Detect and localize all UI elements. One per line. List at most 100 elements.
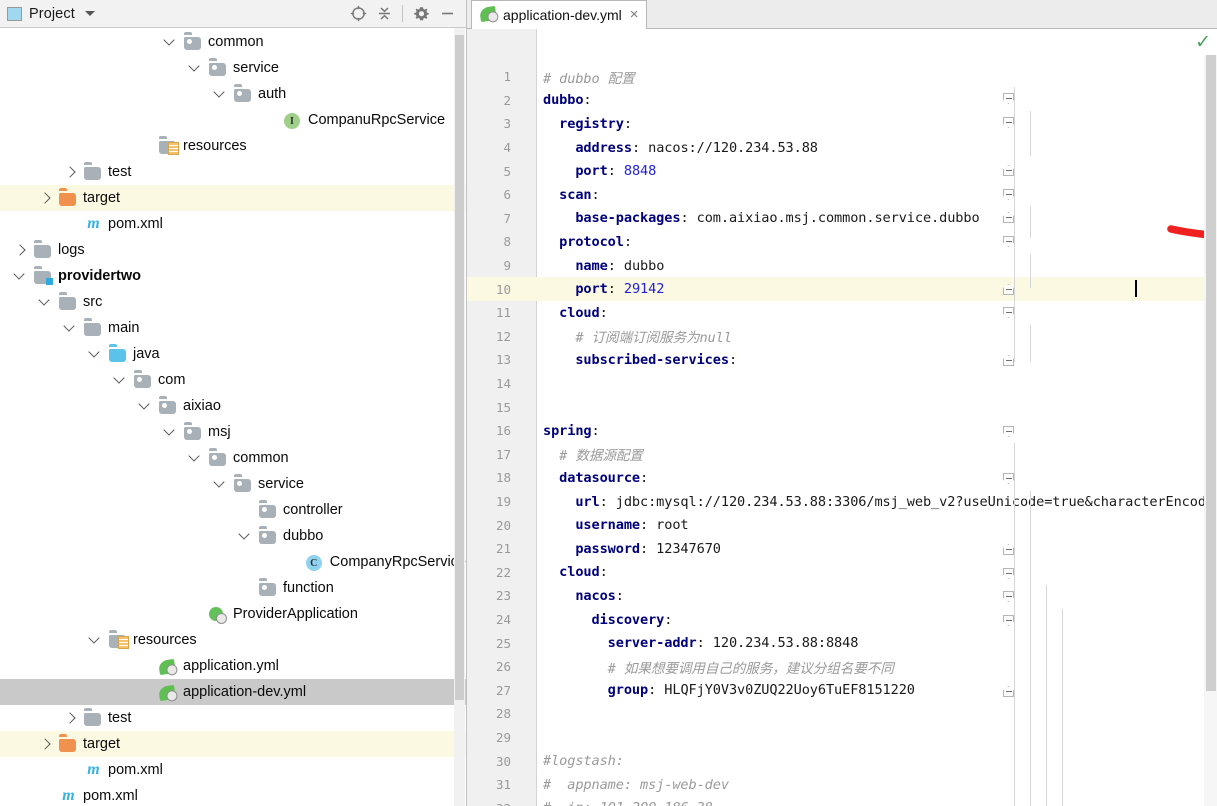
tree-item-application-dev-yml[interactable]: application-dev.yml bbox=[0, 679, 466, 705]
tree-toggle-down-icon[interactable] bbox=[187, 60, 203, 76]
code-line-21[interactable]: 21 password: 12347670 bbox=[467, 537, 1217, 561]
tree-toggle-down-icon[interactable] bbox=[62, 320, 78, 336]
tree-item-pom-xml[interactable]: m pom.xml bbox=[0, 757, 466, 783]
code-line-13[interactable]: 13 subscribed-services: bbox=[467, 348, 1217, 372]
code-token: # ip: 101.200.186.38 bbox=[543, 800, 713, 806]
tree-item-providerapplication[interactable]: ProviderApplication bbox=[0, 601, 466, 627]
chevron-down-icon[interactable] bbox=[84, 11, 95, 16]
code-line-9[interactable]: 9 name: dubbo bbox=[467, 254, 1217, 278]
code-line-1[interactable]: 1 # dubbo 配置 bbox=[467, 65, 1217, 89]
code-line-4[interactable]: 4 address: nacos://120.234.53.88 bbox=[467, 136, 1217, 160]
tree-toggle-right-icon[interactable] bbox=[12, 242, 28, 258]
tree-toggle-right-icon[interactable] bbox=[62, 710, 78, 726]
code-line-27[interactable]: 27 group: HLQFjY0V3v0ZUQ22Uoy6TuEF815122… bbox=[467, 679, 1217, 703]
code-token: 8848 bbox=[623, 163, 657, 180]
tree-item-service[interactable]: service bbox=[0, 55, 466, 81]
editor-scroll-thumb[interactable] bbox=[1206, 55, 1216, 691]
tree-item-controller[interactable]: controller bbox=[0, 497, 466, 523]
settings-gear-icon[interactable] bbox=[408, 1, 434, 27]
code-line-19[interactable]: 19 url: jdbc:mysql://120.234.53.88:3306/… bbox=[467, 490, 1217, 514]
tree-item-function[interactable]: function bbox=[0, 575, 466, 601]
inspection-status-check-icon[interactable]: ✓ bbox=[1195, 33, 1211, 52]
tree-toggle-down-icon[interactable] bbox=[12, 268, 28, 284]
tree-item-resources[interactable]: resources bbox=[0, 627, 466, 653]
tree-toggle-down-icon[interactable] bbox=[137, 398, 153, 414]
tree-item-service[interactable]: service bbox=[0, 471, 466, 497]
tree-toggle-down-icon[interactable] bbox=[237, 528, 253, 544]
code-line-22[interactable]: 22 cloud: bbox=[467, 561, 1217, 585]
code-line-17[interactable]: 17 # 数据源配置 bbox=[467, 443, 1217, 467]
tree-toggle-down-icon[interactable] bbox=[37, 294, 53, 310]
tree-item-msj[interactable]: msj bbox=[0, 419, 466, 445]
tree-item-companurpcservice[interactable]: I CompanuRpcService bbox=[0, 107, 466, 133]
tree-toggle-down-icon[interactable] bbox=[187, 450, 203, 466]
code-line-31[interactable]: 31 # appname: msj-web-dev bbox=[467, 773, 1217, 797]
project-tree[interactable]: common service auth I CompanuRpcService resou… bbox=[0, 28, 466, 806]
tree-item-auth[interactable]: auth bbox=[0, 81, 466, 107]
code-line-25[interactable]: 25 server-addr: 120.234.53.88:8848 bbox=[467, 631, 1217, 655]
tree-item-com[interactable]: com bbox=[0, 367, 466, 393]
tree-item-label: resources bbox=[183, 138, 247, 154]
project-title-button[interactable]: Project bbox=[7, 6, 95, 22]
tree-item-src[interactable]: src bbox=[0, 289, 466, 315]
tree-item-application-yml[interactable]: application.yml bbox=[0, 653, 466, 679]
line-number: 2 bbox=[503, 92, 511, 108]
project-tree-scrollbar[interactable] bbox=[454, 28, 465, 806]
tree-toggle-right-icon[interactable] bbox=[37, 736, 53, 752]
collapse-all-icon[interactable] bbox=[371, 1, 397, 27]
tree-toggle-down-icon[interactable] bbox=[87, 346, 103, 362]
tree-item-main[interactable]: main bbox=[0, 315, 466, 341]
tree-item-logs[interactable]: logs bbox=[0, 237, 466, 263]
tree-item-common[interactable]: common bbox=[0, 29, 466, 55]
tree-item-providertwo[interactable]: providertwo bbox=[0, 263, 466, 289]
tree-item-aixiao[interactable]: aixiao bbox=[0, 393, 466, 419]
locate-target-icon[interactable] bbox=[345, 1, 371, 27]
tree-item-java[interactable]: java bbox=[0, 341, 466, 367]
code-line-32[interactable]: 32 # ip: 101.200.186.38 bbox=[467, 797, 1217, 806]
editor-vertical-scrollbar[interactable] bbox=[1204, 55, 1217, 806]
tree-toggle-down-icon[interactable] bbox=[212, 86, 228, 102]
code-line-26[interactable]: 26 # 如果想要调用自己的服务，建议分组名要不同 bbox=[467, 655, 1217, 679]
code-line-2[interactable]: 2 dubbo: bbox=[467, 89, 1217, 113]
tree-item-companyrpcservice[interactable]: C CompanyRpcService bbox=[0, 549, 466, 575]
tree-toggle-right-icon[interactable] bbox=[37, 190, 53, 206]
code-line-29[interactable]: 29 bbox=[467, 726, 1217, 750]
code-line-20[interactable]: 20 username: root bbox=[467, 513, 1217, 537]
project-tree-scroll-thumb[interactable] bbox=[455, 35, 464, 700]
code-line-7[interactable]: 7 base-packages: com.aixiao.msj.common.s… bbox=[467, 207, 1217, 231]
code-line-24[interactable]: 24 discovery: bbox=[467, 608, 1217, 632]
tree-toggle-right-icon[interactable] bbox=[62, 164, 78, 180]
code-line-18[interactable]: 18 datasource: bbox=[467, 466, 1217, 490]
tree-toggle-down-icon[interactable] bbox=[162, 424, 178, 440]
code-line-23[interactable]: 23 nacos: bbox=[467, 584, 1217, 608]
code-line-3[interactable]: 3 registry: bbox=[467, 112, 1217, 136]
code-line-10[interactable]: 10 port: 29142 bbox=[467, 277, 1217, 301]
tree-item-test[interactable]: test bbox=[0, 159, 466, 185]
tree-item-pom-xml[interactable]: m pom.xml bbox=[0, 783, 466, 806]
tree-item-test[interactable]: test bbox=[0, 705, 466, 731]
code-line-16[interactable]: 16 spring: bbox=[467, 419, 1217, 443]
tree-toggle-down-icon[interactable] bbox=[212, 476, 228, 492]
code-line-30[interactable]: 30 #logstash: bbox=[467, 749, 1217, 773]
tree-item-target[interactable]: target bbox=[0, 731, 466, 757]
tree-item-dubbo[interactable]: dubbo bbox=[0, 523, 466, 549]
close-icon[interactable]: × bbox=[630, 7, 639, 22]
code-line-15[interactable]: 15 bbox=[467, 395, 1217, 419]
tree-item-pom-xml[interactable]: m pom.xml bbox=[0, 211, 466, 237]
code-line-28[interactable]: 28 bbox=[467, 702, 1217, 726]
tree-toggle-down-icon[interactable] bbox=[112, 372, 128, 388]
code-line-14[interactable]: 14 bbox=[467, 372, 1217, 396]
minimize-icon[interactable] bbox=[434, 1, 460, 27]
tree-item-target[interactable]: target bbox=[0, 185, 466, 211]
tree-toggle-down-icon[interactable] bbox=[87, 632, 103, 648]
tree-item-common[interactable]: common bbox=[0, 445, 466, 471]
editor-tab-application-dev-yml[interactable]: application-dev.yml × bbox=[471, 0, 647, 29]
code-line-8[interactable]: 8 protocol: bbox=[467, 230, 1217, 254]
code-line-12[interactable]: 12 # 订阅端订阅服务为null bbox=[467, 325, 1217, 349]
code-line-6[interactable]: 6 scan: bbox=[467, 183, 1217, 207]
code-editor[interactable]: 1 # dubbo 配置 2 dubbo: 3 registry: 4 address: … bbox=[467, 29, 1217, 806]
code-line-5[interactable]: 5 port: 8848 bbox=[467, 159, 1217, 183]
tree-item-resources[interactable]: resources bbox=[0, 133, 466, 159]
tree-toggle-down-icon[interactable] bbox=[162, 34, 178, 50]
code-line-11[interactable]: 11 cloud: bbox=[467, 301, 1217, 325]
